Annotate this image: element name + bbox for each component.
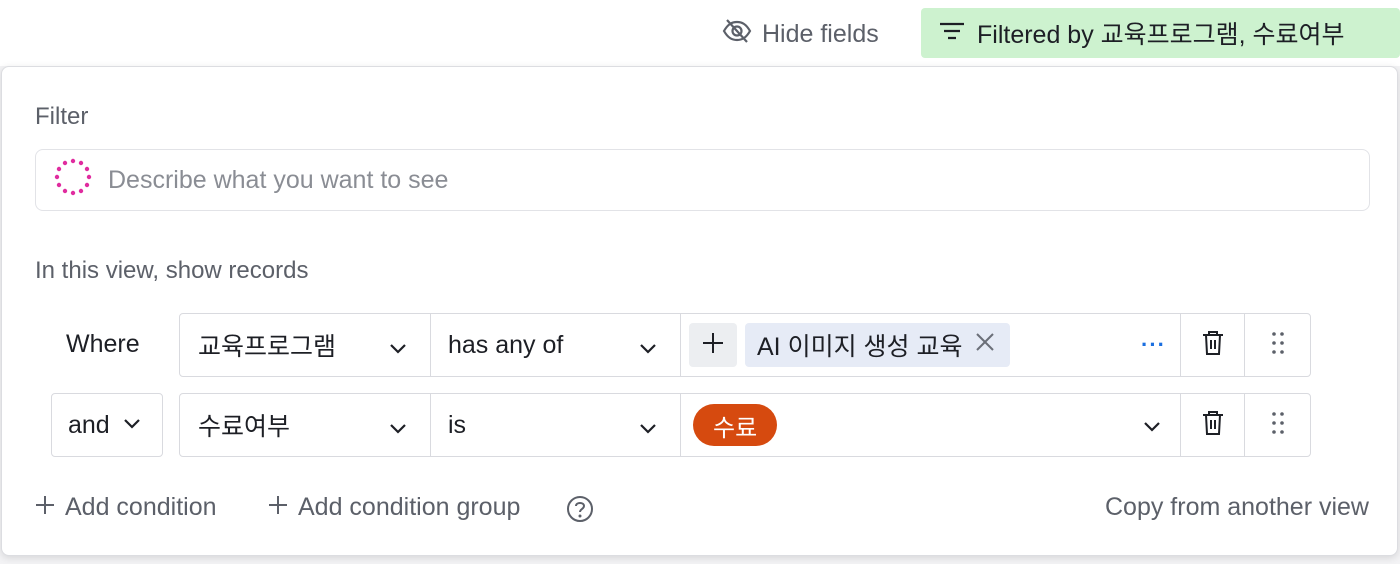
field-select[interactable]: 교육프로그램 xyxy=(180,314,431,376)
field-select-value: 교육프로그램 xyxy=(198,333,337,361)
delete-condition-button[interactable] xyxy=(1181,314,1245,376)
condition-group: 교육프로그램 has any of AI 이미지 생성 교육 ··· xyxy=(179,313,1311,377)
delete-condition-button[interactable] xyxy=(1181,394,1245,456)
operator-select[interactable]: has any of xyxy=(431,314,681,376)
chevron-down-icon xyxy=(388,416,408,445)
trash-icon xyxy=(1202,410,1224,441)
filter-button[interactable]: Filtered by 교육프로그램, 수료여부 xyxy=(921,8,1400,58)
more-values-button[interactable]: ··· xyxy=(1141,332,1166,358)
ai-filter-input[interactable]: Describe what you want to see xyxy=(35,149,1370,211)
value-input[interactable]: AI 이미지 생성 교육 ··· xyxy=(681,314,1181,376)
add-condition-button[interactable]: Add condition xyxy=(35,493,217,522)
chevron-down-icon xyxy=(388,336,408,365)
operator-select-value: is xyxy=(448,410,467,439)
field-select-value: 수료여부 xyxy=(198,413,291,441)
chevron-down-icon xyxy=(638,336,658,365)
view-toolbar: Hide fields Filtered by 교육프로그램, 수료여부 xyxy=(0,0,1400,66)
chevron-down-icon xyxy=(122,411,142,440)
operator-select[interactable]: is xyxy=(431,394,681,456)
help-circle-icon[interactable] xyxy=(566,495,594,528)
eye-slash-icon xyxy=(722,18,752,51)
plus-icon xyxy=(268,493,288,522)
value-chip: AI 이미지 생성 교육 xyxy=(745,323,1011,367)
ai-sparkle-icon xyxy=(54,158,92,203)
field-select[interactable]: 수료여부 xyxy=(180,394,431,456)
drag-handle-icon xyxy=(1271,331,1285,360)
copy-from-view-button[interactable]: Copy from another view xyxy=(1105,493,1369,522)
drag-handle[interactable] xyxy=(1245,394,1310,456)
ai-input-placeholder: Describe what you want to see xyxy=(108,165,449,194)
filter-footer: Add condition Add condition group Copy f… xyxy=(2,489,1397,529)
conjunction-select[interactable]: and xyxy=(51,393,163,457)
add-condition-label: Add condition xyxy=(65,493,217,521)
value-chip-label: AI 이미지 생성 교육 xyxy=(757,333,963,361)
hide-fields-label: Hide fields xyxy=(762,19,879,48)
value-select[interactable]: 수료 xyxy=(681,394,1181,456)
conjunction-select-value: and xyxy=(68,410,110,439)
condition-group: 수료여부 is 수료 xyxy=(179,393,1311,457)
panel-title: Filter xyxy=(35,103,89,130)
add-condition-group-label: Add condition group xyxy=(298,493,521,521)
condition-row: Where 교육프로그램 has any of AI 이미지 생성 교육 ··· xyxy=(2,313,1397,377)
trash-icon xyxy=(1202,330,1224,361)
chevron-down-icon xyxy=(638,416,658,445)
drag-handle[interactable] xyxy=(1245,314,1310,376)
filter-subtitle: In this view, show records xyxy=(35,257,309,284)
plus-icon xyxy=(701,331,725,360)
close-icon[interactable] xyxy=(974,331,996,360)
filter-button-label: Filtered by 교육프로그램, 수료여부 xyxy=(977,21,1345,49)
where-label: Where xyxy=(66,330,140,358)
condition-row: and 수료여부 is 수료 xyxy=(2,393,1397,457)
status-badge: 수료 xyxy=(693,404,778,446)
operator-select-value: has any of xyxy=(448,330,564,359)
filter-panel: Filter Describe what you want to see In … xyxy=(1,66,1398,556)
add-value-button[interactable] xyxy=(689,323,737,367)
chevron-down-icon xyxy=(1142,416,1162,441)
filter-lines-icon xyxy=(939,19,965,48)
plus-icon xyxy=(35,493,55,522)
drag-handle-icon xyxy=(1271,411,1285,440)
add-condition-group-button[interactable]: Add condition group xyxy=(268,493,520,522)
hide-fields-button[interactable]: Hide fields xyxy=(722,14,879,54)
